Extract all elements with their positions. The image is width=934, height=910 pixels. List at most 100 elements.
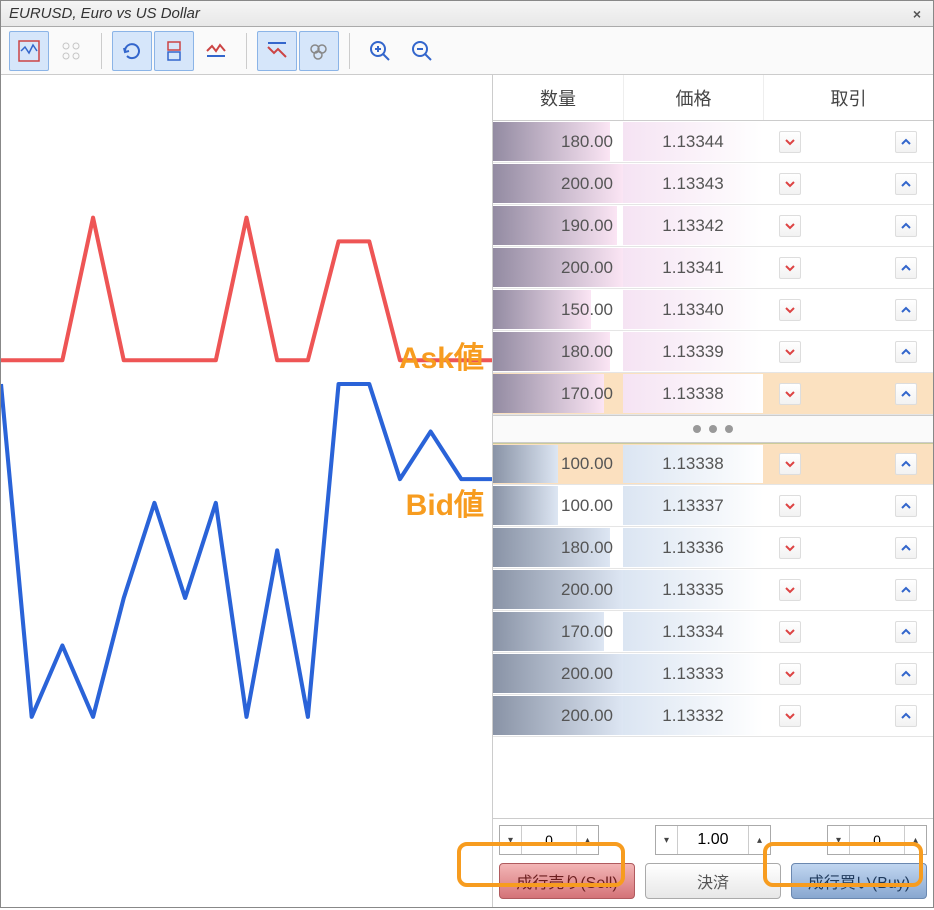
dom-bid-row: 170.00 1.13334	[493, 611, 933, 653]
header-quantity: 数量	[493, 75, 623, 120]
price-value: 1.13336	[662, 538, 723, 558]
qty-value: 180.00	[561, 342, 613, 362]
increment-icon[interactable]: ▴	[904, 826, 926, 854]
chevron-down-icon[interactable]	[779, 705, 801, 727]
dom-ask-row: 180.00 1.13339	[493, 331, 933, 373]
price-value: 1.13341	[662, 258, 723, 278]
qty-value: 200.00	[561, 258, 613, 278]
chevron-up-icon[interactable]	[895, 257, 917, 279]
chevron-up-icon[interactable]	[895, 537, 917, 559]
chevron-down-icon[interactable]	[779, 131, 801, 153]
chevron-down-icon[interactable]	[779, 383, 801, 405]
chevron-down-icon[interactable]	[779, 215, 801, 237]
decrement-icon[interactable]: ▾	[828, 826, 850, 854]
dom-ask-row: 170.00 1.13338	[493, 373, 933, 415]
qty-value: 100.00	[561, 454, 613, 474]
ask-annotation: Ask値	[399, 333, 484, 377]
chevron-down-icon[interactable]	[779, 537, 801, 559]
price-value: 1.13343	[662, 174, 723, 194]
chevron-up-icon[interactable]	[895, 299, 917, 321]
tick-chart: Ask値 Bid値	[1, 75, 493, 907]
dom-bid-row: 180.00 1.13336	[493, 527, 933, 569]
price-value: 1.13339	[662, 342, 723, 362]
dom-ask-row: 180.00 1.13344	[493, 121, 933, 163]
chevron-down-icon[interactable]	[779, 257, 801, 279]
chevron-up-icon[interactable]	[895, 621, 917, 643]
price-value: 1.13344	[662, 132, 723, 152]
price-value: 1.13332	[662, 706, 723, 726]
increment-icon[interactable]: ▴	[748, 826, 770, 854]
dom-header: 数量 価格 取引	[493, 75, 933, 121]
dom-separator	[493, 415, 933, 443]
chevron-up-icon[interactable]	[895, 579, 917, 601]
price-value: 1.13333	[662, 664, 723, 684]
chevron-up-icon[interactable]	[895, 495, 917, 517]
dom-ask-row: 200.00 1.13341	[493, 247, 933, 289]
chevron-down-icon[interactable]	[779, 663, 801, 685]
header-trade: 取引	[763, 75, 933, 120]
zoom-out-button[interactable]	[402, 31, 442, 71]
qty-value: 180.00	[561, 538, 613, 558]
close-icon[interactable]: ×	[909, 6, 925, 22]
line-chart-button[interactable]	[257, 31, 297, 71]
depth-button[interactable]	[154, 31, 194, 71]
sell-button[interactable]: 成行売り(Sell)	[499, 863, 635, 899]
qty-value: 200.00	[561, 664, 613, 684]
spread-button[interactable]	[196, 31, 236, 71]
chevron-down-icon[interactable]	[779, 341, 801, 363]
dom-ask-row: 190.00 1.13342	[493, 205, 933, 247]
tp-input[interactable]: ▾ ▴	[827, 825, 927, 855]
chevron-down-icon[interactable]	[779, 621, 801, 643]
qty-value: 100.00	[561, 496, 613, 516]
buy-button[interactable]: 成行買い(Buy)	[791, 863, 927, 899]
dom-ask-row: 150.00 1.13340	[493, 289, 933, 331]
qty-value: 170.00	[561, 384, 613, 404]
dom-bid-row: 200.00 1.13332	[493, 695, 933, 737]
chevron-up-icon[interactable]	[895, 173, 917, 195]
decrement-icon[interactable]: ▾	[656, 826, 678, 854]
lot-field[interactable]	[678, 826, 748, 854]
close-position-button[interactable]: 決済	[645, 863, 781, 899]
tick-chart-button[interactable]	[9, 31, 49, 71]
chevron-down-icon[interactable]	[779, 173, 801, 195]
chevron-up-icon[interactable]	[895, 383, 917, 405]
zoom-in-button[interactable]	[360, 31, 400, 71]
qty-value: 190.00	[561, 216, 613, 236]
dom-ask-row: 200.00 1.13343	[493, 163, 933, 205]
price-value: 1.13338	[662, 384, 723, 404]
lot-input[interactable]: ▾ ▴	[655, 825, 771, 855]
chevron-up-icon[interactable]	[895, 663, 917, 685]
dom-bid-row: 200.00 1.13333	[493, 653, 933, 695]
chevron-down-icon[interactable]	[779, 495, 801, 517]
qty-value: 150.00	[561, 300, 613, 320]
tp-field[interactable]	[850, 826, 904, 854]
chevron-down-icon[interactable]	[779, 453, 801, 475]
dom-footer: ▾ ▴ ▾ ▴ ▾ ▴ 成行売り(S	[493, 818, 933, 907]
chevron-up-icon[interactable]	[895, 341, 917, 363]
price-value: 1.13335	[662, 580, 723, 600]
toolbar	[1, 27, 933, 75]
chevron-up-icon[interactable]	[895, 705, 917, 727]
increment-icon[interactable]: ▴	[576, 826, 598, 854]
title-bar: EURUSD, Euro vs US Dollar ×	[1, 1, 933, 27]
price-value: 1.13334	[662, 622, 723, 642]
window-title: EURUSD, Euro vs US Dollar	[9, 5, 909, 22]
qty-value: 180.00	[561, 132, 613, 152]
decrement-icon[interactable]: ▾	[500, 826, 522, 854]
chevron-up-icon[interactable]	[895, 215, 917, 237]
price-value: 1.13340	[662, 300, 723, 320]
histogram-button[interactable]	[299, 31, 339, 71]
sl-field[interactable]	[522, 826, 576, 854]
refresh-button[interactable]	[112, 31, 152, 71]
bid-annotation: Bid値	[406, 480, 484, 524]
qty-value: 200.00	[561, 706, 613, 726]
sl-input[interactable]: ▾ ▴	[499, 825, 599, 855]
chevron-down-icon[interactable]	[779, 579, 801, 601]
chevron-down-icon[interactable]	[779, 299, 801, 321]
grid-button	[51, 31, 91, 71]
dom-bid-row: 100.00 1.13337	[493, 485, 933, 527]
depth-of-market: 数量 価格 取引 180.00 1.13344 200.00 1.13343 1…	[493, 75, 933, 907]
chevron-up-icon[interactable]	[895, 131, 917, 153]
qty-value: 200.00	[561, 174, 613, 194]
chevron-up-icon[interactable]	[895, 453, 917, 475]
